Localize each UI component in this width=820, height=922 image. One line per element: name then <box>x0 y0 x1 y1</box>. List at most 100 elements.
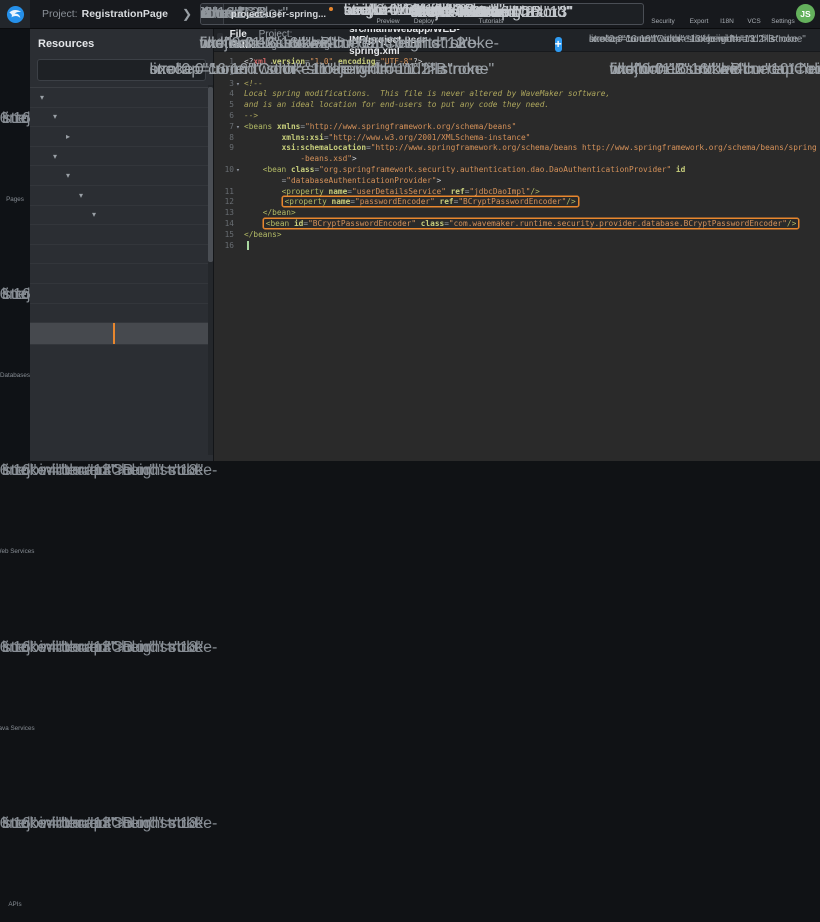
sidebar-item-label: Pages <box>6 196 24 203</box>
code-line[interactable]: 14 <bean id="BCryptPasswordEncoder" clas… <box>214 219 820 230</box>
caret-down-icon[interactable]: ▾ <box>49 112 61 121</box>
code-line[interactable]: 16 <box>214 241 820 252</box>
tree-item-file[interactable]: ox="0 0 16 16" width="11" height="11" fi… <box>30 245 213 265</box>
caret-down-icon[interactable]: ▾ <box>49 152 61 161</box>
caret-down-icon[interactable]: ▾ <box>75 191 87 200</box>
tree-item-file[interactable]: ox="0 0 16 16" width="11" height="11" fi… <box>30 284 213 304</box>
sidebar-item-label: Databases <box>0 372 30 379</box>
topbar: Project:RegistrationPage ❯ ox="0 0 16 16… <box>0 0 820 29</box>
folder-icon: ox="0 0 16 16" width="11" height="11" fi… <box>61 147 213 167</box>
selected-file-highlight: ox="0 0 16 16" width="11" height="11" fi… <box>113 323 213 345</box>
caret-right-icon[interactable]: ▸ <box>62 132 74 141</box>
line-content: ="databaseAuthenticationProvider"> <box>242 176 441 187</box>
code-line[interactable]: 10▾ <bean class="org.springframework.sec… <box>214 165 820 176</box>
line-content: <bean class="org.springframework.securit… <box>242 165 685 176</box>
code-highlight-box: <bean id="BCryptPasswordEncoder" class="… <box>263 218 800 229</box>
topbar-action-label: Settings <box>771 18 795 25</box>
main-area: ox="0 0 16 16" width="13" height="13" fi… <box>0 29 820 461</box>
fold-spacer <box>234 230 242 241</box>
wavemaker-logo[interactable] <box>0 0 30 28</box>
code-line[interactable]: -beans.xsd"> <box>214 154 820 165</box>
code-line[interactable]: 12 <property name="passwordEncoder" ref=… <box>214 197 820 208</box>
gear-icon: ox="0 0 16 16" width="13" height="13" fi… <box>553 0 820 17</box>
api-icon: ox="0 0 16 16" width="13" height="13" fi… <box>0 749 241 899</box>
resources-panel: Resources ox="0 0 16 16" width="12" heig… <box>30 29 214 461</box>
tree-item-folder[interactable]: ▾ox="0 0 16 16" width="11" height="11" f… <box>30 88 213 108</box>
tree-item-folder[interactable]: ▾ox="0 0 16 16" width="11" height="11" f… <box>30 186 213 206</box>
sidebar-item-label: APIs <box>8 901 21 908</box>
scrollbar-thumb[interactable] <box>208 87 213 262</box>
folder-icon: ox="0 0 16 16" width="11" height="11" fi… <box>48 88 213 108</box>
tree-item-file[interactable]: ox="0 0 16 16" width="11" height="11" fi… <box>30 323 213 345</box>
sidebar-item-pages[interactable]: ox="0 0 16 16" width="13" height="13" fi… <box>0 42 30 205</box>
caret-down-icon[interactable]: ▾ <box>36 93 48 102</box>
topbar-action-label: Tutorials <box>479 18 504 25</box>
file-icon: ox="0 0 16 16" width="11" height="11" fi… <box>113 284 213 304</box>
fold-marker-icon[interactable]: ▾ <box>234 165 242 176</box>
sidebar-item-apis[interactable]: ox="0 0 16 16" width="13" height="13" fi… <box>0 747 30 910</box>
fold-spacer <box>234 187 242 198</box>
code-line[interactable]: ="databaseAuthenticationProvider"> <box>214 176 820 187</box>
tree-item-file[interactable]: ox="0 0 16 16" width="11" height="11" fi… <box>30 304 213 324</box>
tree-item-folder[interactable]: ▾ox="0 0 16 16" width="11" height="11" f… <box>30 206 213 226</box>
fold-spacer <box>234 241 242 252</box>
project-label: Project: RegistrationPage <box>42 8 168 20</box>
topbar-action-label: I18N <box>720 18 734 25</box>
line-number: 12 <box>214 197 234 208</box>
tree-item-file[interactable]: ox="0 0 16 16" width="11" height="11" fi… <box>30 225 213 245</box>
sidebar-item-label: Java Services <box>0 725 35 732</box>
caret-down-icon[interactable]: ▾ <box>88 210 100 219</box>
topbar-action-label: Export <box>690 18 709 25</box>
tree-item-folder[interactable]: ▾ox="0 0 16 16" width="11" height="11" f… <box>30 166 213 186</box>
fold-spacer <box>234 176 242 187</box>
line-content: <property name="passwordEncoder" ref="BC… <box>242 197 579 208</box>
resources-scrollbar[interactable] <box>208 85 213 455</box>
code-line[interactable]: 15 </beans> <box>214 230 820 241</box>
sidebar-item-java-services[interactable]: ox="0 0 16 16" width="13" height="13" fi… <box>0 571 30 734</box>
line-number <box>214 154 234 165</box>
folder-icon: ox="0 0 16 16" width="11" height="11" fi… <box>74 166 213 186</box>
wavemaker-logo-icon <box>6 5 25 24</box>
coffee-icon: ox="0 0 16 16" width="13" height="13" fi… <box>0 573 241 723</box>
fold-spacer <box>234 154 242 165</box>
caret-down-icon[interactable]: ▾ <box>62 171 74 180</box>
line-number: 16 <box>214 241 234 252</box>
fold-spacer <box>234 219 242 230</box>
line-content: -beans.xsd"> <box>242 154 357 165</box>
folder-icon: ox="0 0 16 16" width="11" height="11" fi… <box>100 206 213 226</box>
project-name: RegistrationPage <box>82 8 168 20</box>
topbar-action-label: Security <box>651 18 674 25</box>
file-icon: ox="0 0 16 16" width="11" height="11" fi… <box>118 323 213 345</box>
file-icon: ox="0 0 16 16" width="11" height="11" fi… <box>113 304 213 324</box>
line-number: 15 <box>214 230 234 241</box>
file-icon: ox="0 0 16 16" width="11" height="11" fi… <box>113 264 213 284</box>
folder-icon: ox="0 0 16 16" width="11" height="11" fi… <box>61 108 213 128</box>
line-number <box>214 176 234 187</box>
resources-search: ox="0 0 16 16" width="11" height="11" fi… <box>37 59 206 81</box>
line-content: <bean id="BCryptPasswordEncoder" class="… <box>242 219 799 230</box>
left-sidebar: ox="0 0 16 16" width="13" height="13" fi… <box>0 29 30 461</box>
line-content <box>242 241 249 252</box>
line-number: 13 <box>214 208 234 219</box>
code-highlight-box: <property name="passwordEncoder" ref="BC… <box>282 196 579 207</box>
topbar-action-label: VCS <box>747 18 760 25</box>
sidebar-item-databases[interactable]: ox="0 0 16 16" width="13" height="13" fi… <box>0 218 30 381</box>
user-avatar[interactable]: JS <box>796 4 815 23</box>
line-number: 11 <box>214 187 234 198</box>
line-content: </beans> <box>242 230 282 241</box>
line-number: 10 <box>214 165 234 176</box>
file-icon: ox="0 0 16 16" width="11" height="11" fi… <box>113 225 213 245</box>
line-number: 14 <box>214 219 234 230</box>
text-cursor <box>247 241 249 250</box>
tree-item-folder[interactable]: ▾ox="0 0 16 16" width="11" height="11" f… <box>30 147 213 167</box>
fold-spacer <box>234 197 242 208</box>
folder-icon: ox="0 0 16 16" width="11" height="11" fi… <box>74 127 213 147</box>
tree-item-file[interactable]: ox="0 0 16 16" width="11" height="11" fi… <box>30 264 213 284</box>
topbar-action-label: Preview <box>376 18 399 25</box>
file-icon: ox="0 0 16 16" width="11" height="11" fi… <box>113 245 213 265</box>
resources-search-input[interactable] <box>496 65 504 76</box>
fold-spacer <box>234 208 242 219</box>
sidebar-item-web-services[interactable]: ox="0 0 16 16" width="13" height="13" fi… <box>0 394 30 557</box>
sidebar-item-label: Web Services <box>0 548 34 555</box>
project-prefix: Project: <box>42 8 78 20</box>
